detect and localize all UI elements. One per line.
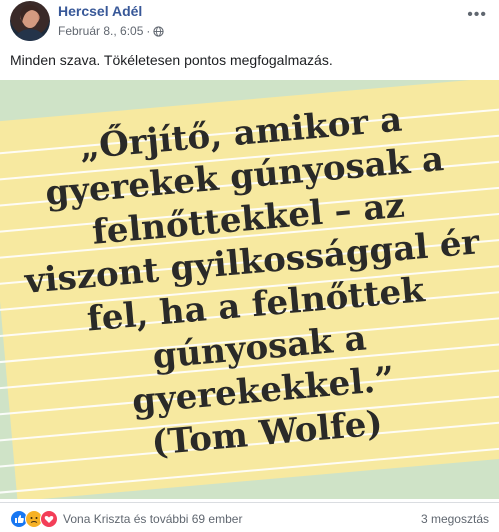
love-icon <box>40 510 58 528</box>
post-footer: Vona Kriszta és további 69 ember 3 megos… <box>0 502 499 531</box>
avatar[interactable] <box>10 1 50 41</box>
more-options-icon[interactable]: ••• <box>467 6 487 24</box>
author-name[interactable]: Hercsel Adél <box>58 3 142 19</box>
reactions-text[interactable]: Vona Kriszta és további 69 ember <box>63 512 242 526</box>
post-date[interactable]: Február 8., 6:05 <box>58 24 143 38</box>
globe-icon <box>153 25 165 37</box>
post-text: Minden szava. Tökéletesen pontos megfoga… <box>10 52 333 68</box>
meta-separator: · <box>146 24 151 38</box>
reactions-summary[interactable]: Vona Kriszta és további 69 ember <box>10 510 242 528</box>
post-meta: Február 8., 6:05 · <box>58 24 165 38</box>
post-header: Hercsel Adél Február 8., 6:05 · ••• <box>10 0 499 46</box>
shares-count[interactable]: 3 megosztás <box>421 512 489 526</box>
quote-text: „Őrjítő, amikor a gyerekek gúnyosak a fe… <box>23 99 481 464</box>
